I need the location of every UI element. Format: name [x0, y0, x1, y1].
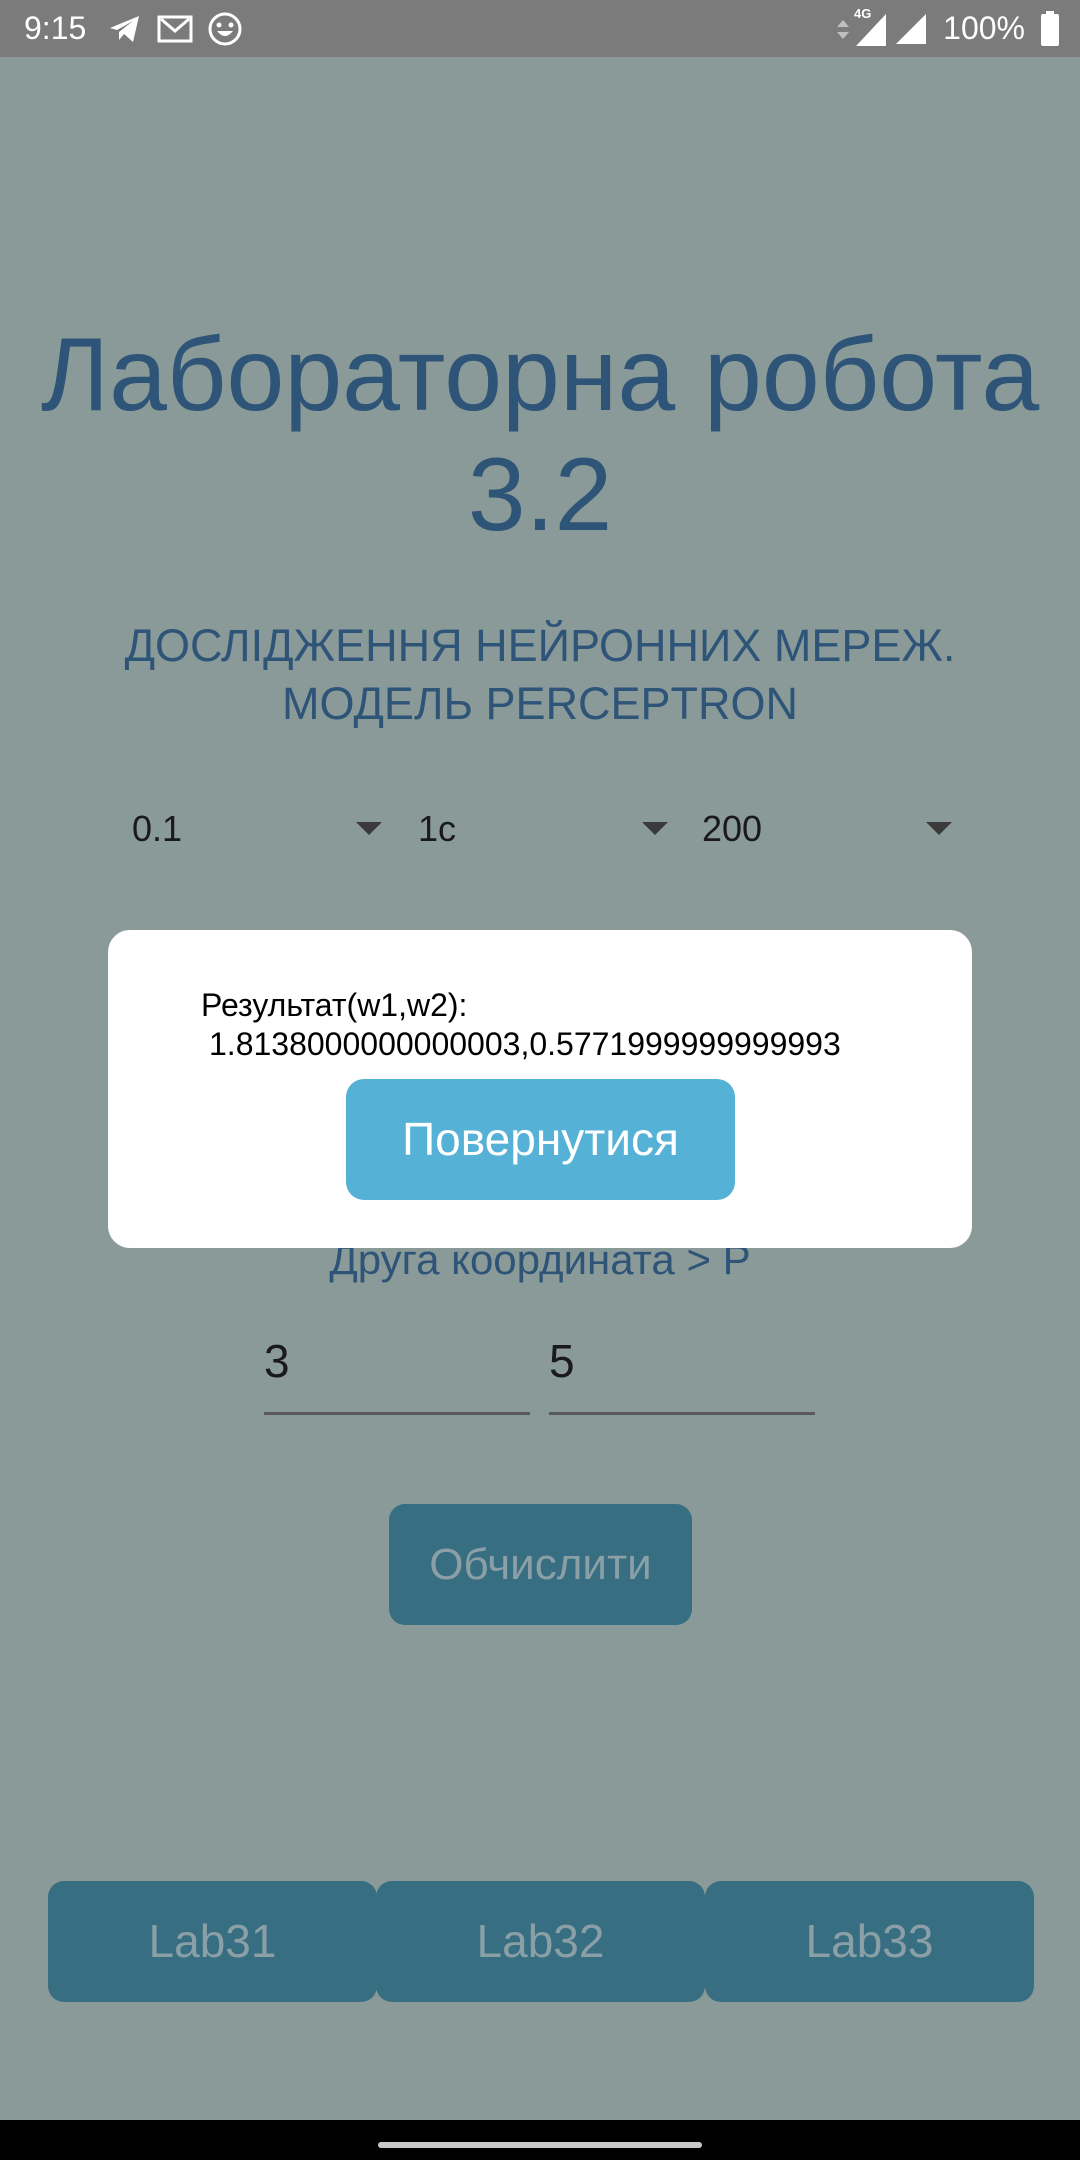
- field-value: 5: [549, 1335, 575, 1387]
- result-text: Результат(w1,w2): 1.8138000000000003,0.5…: [201, 986, 841, 1064]
- field-value: 3: [264, 1335, 290, 1387]
- coordinate-field-2[interactable]: 5: [549, 1330, 815, 1415]
- page-subtitle: ДОСЛІДЖЕННЯ НЕЙРОННИХ МЕРЕЖ. МОДЕЛЬ PERC…: [0, 617, 1080, 733]
- battery-icon: [1038, 10, 1062, 48]
- result-label: Результат(w1,w2):: [201, 987, 468, 1023]
- subtitle-line-2: МОДЕЛЬ PERCEPTRON: [281, 678, 799, 729]
- chevron-down-icon: [356, 822, 382, 835]
- result-dialog: Результат(w1,w2): 1.8138000000000003,0.5…: [108, 930, 972, 1248]
- data-arrows-icon: [832, 10, 854, 48]
- learning-rate-dropdown[interactable]: 0.1: [132, 800, 382, 858]
- battery-percent: 100%: [943, 10, 1025, 46]
- dropdown-value: 200: [702, 808, 763, 849]
- emoji-app-icon: [206, 10, 244, 48]
- signal-icon: [893, 10, 931, 48]
- title-line-1: Лабораторна робота: [40, 317, 1040, 433]
- calculate-button[interactable]: Обчислити: [389, 1504, 692, 1625]
- dropdown-value: 0.1: [132, 808, 183, 849]
- chevron-down-icon: [926, 822, 952, 835]
- chevron-down-icon: [642, 822, 668, 835]
- navigation-bar: [0, 2120, 1080, 2160]
- status-bar: 9:15 4G 100%: [0, 0, 1080, 57]
- tab-lab31[interactable]: Lab31: [48, 1881, 377, 2002]
- dropdown-value: 1с: [418, 808, 457, 849]
- subtitle-line-1: ДОСЛІДЖЕННЯ НЕЙРОННИХ МЕРЕЖ.: [124, 620, 956, 671]
- tab-lab32[interactable]: Lab32: [376, 1881, 705, 2002]
- coordinate-field-1[interactable]: 3: [264, 1330, 530, 1415]
- iterations-dropdown[interactable]: 200: [702, 800, 952, 858]
- screen: 9:15 4G 100% Лабораторна робота 3.2 ДОСЛ…: [0, 0, 1080, 2160]
- result-value: 1.8138000000000003,0.5771999999999993: [209, 1026, 841, 1062]
- page-title: Лабораторна робота 3.2: [0, 315, 1080, 555]
- title-line-2: 3.2: [467, 437, 613, 553]
- gmail-icon: [156, 10, 194, 48]
- tab-lab33[interactable]: Lab33: [705, 1881, 1034, 2002]
- status-time: 9:15: [24, 10, 87, 46]
- signal-4g-icon: 4G: [852, 4, 892, 50]
- time-limit-dropdown[interactable]: 1с: [418, 800, 668, 858]
- telegram-icon: [106, 10, 144, 48]
- network-label: 4G: [854, 6, 871, 21]
- home-gesture-handle[interactable]: [378, 2142, 702, 2148]
- return-button[interactable]: Повернутися: [346, 1079, 735, 1200]
